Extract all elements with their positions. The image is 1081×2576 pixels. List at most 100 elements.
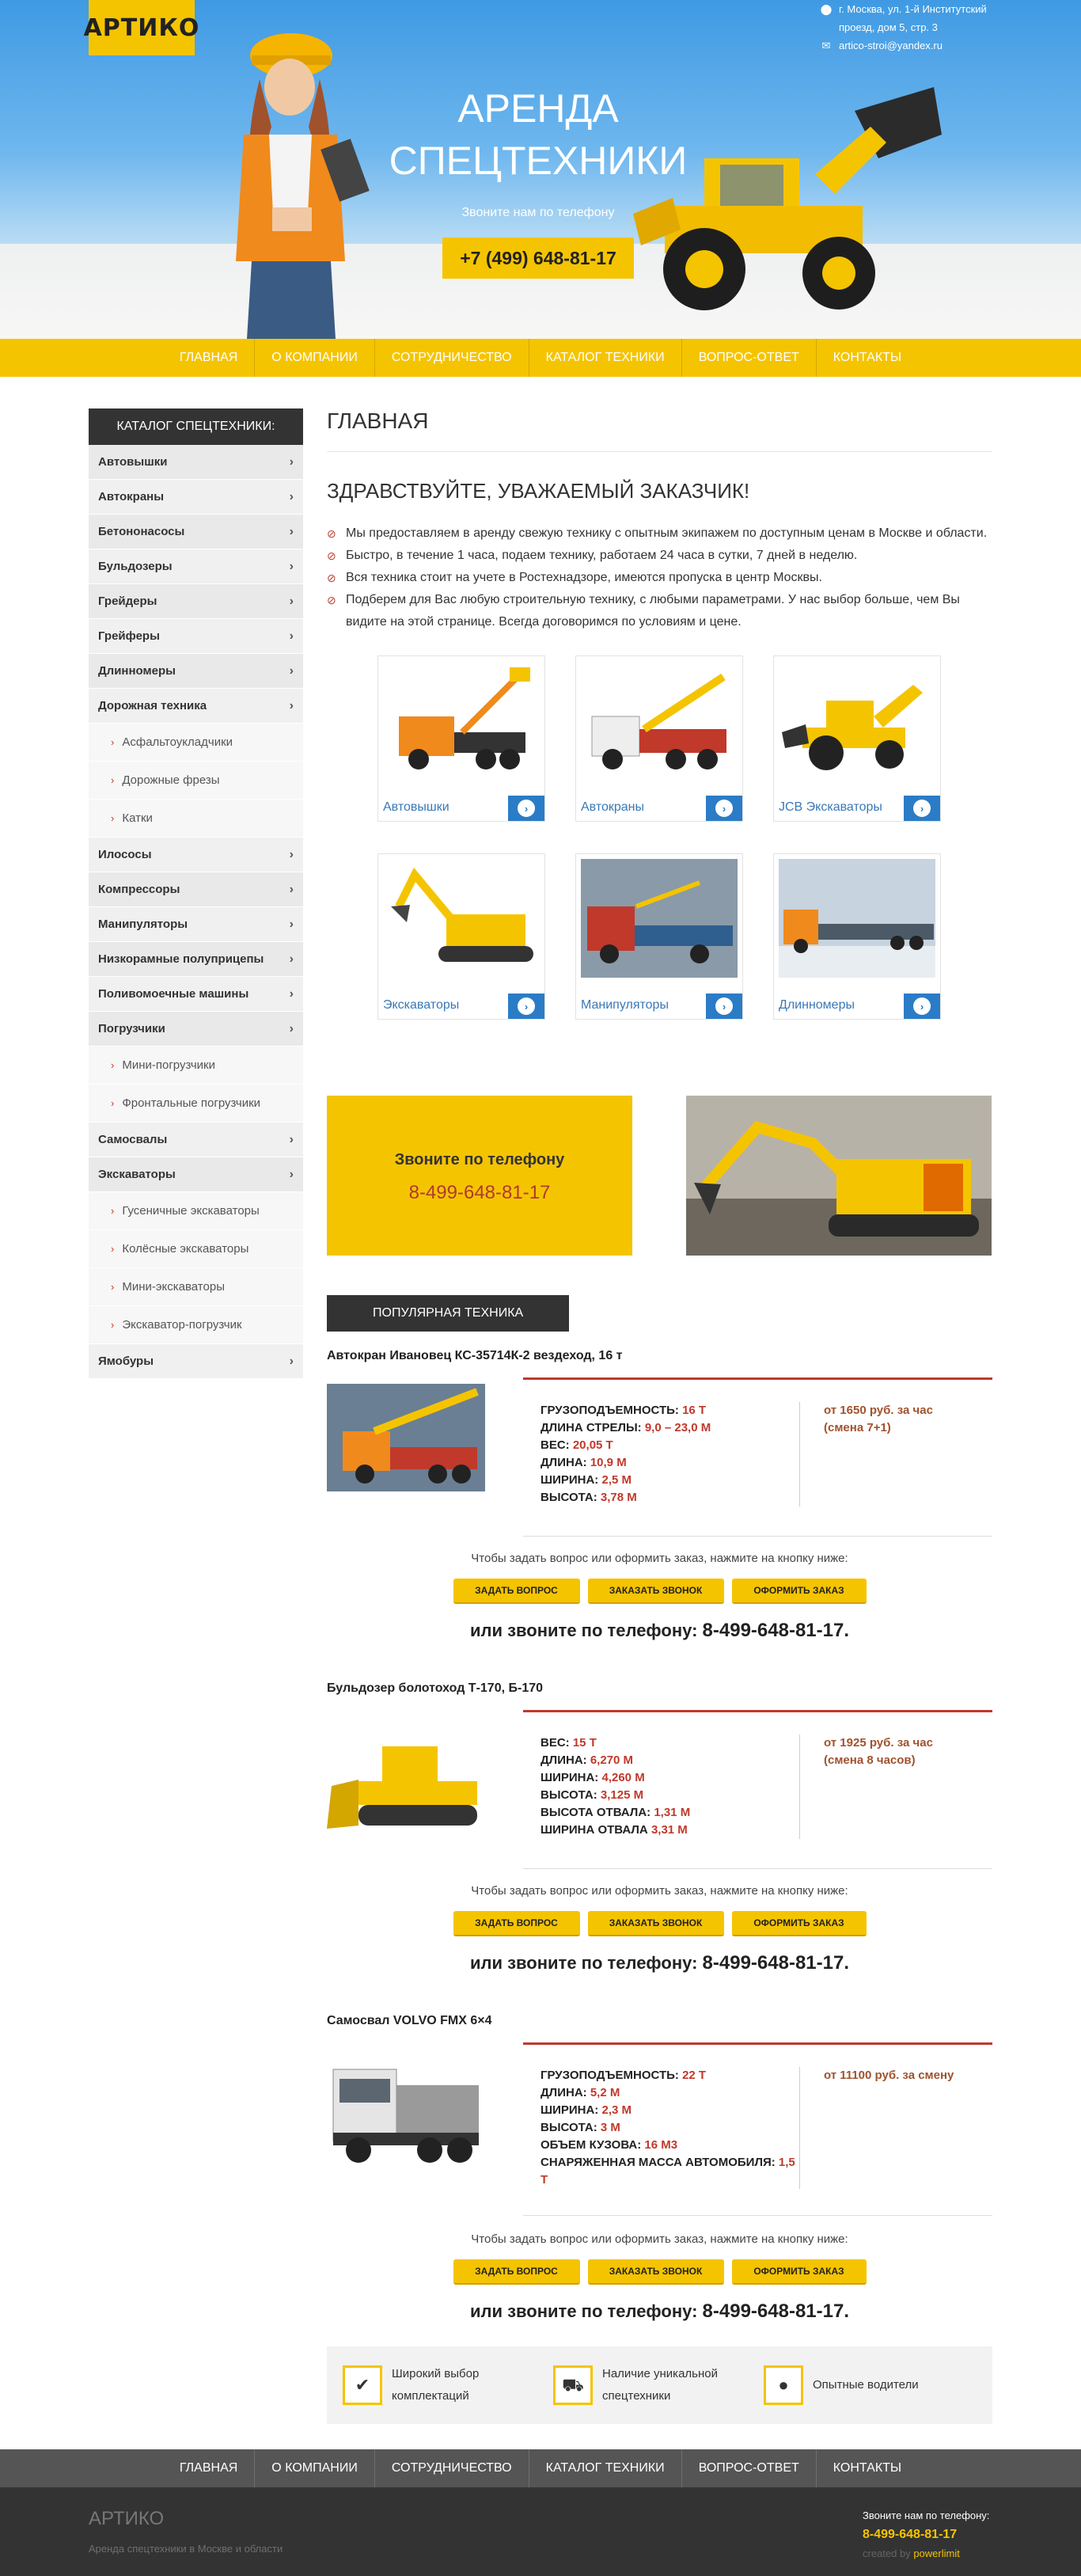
category-arrow-button[interactable]: › [508,796,544,821]
sidebar-item[interactable]: Погрузчики › [89,1012,303,1047]
ask-question-button[interactable]: ЗАДАТЬ ВОПРОС [453,2259,580,2285]
sidebar-item[interactable]: Ямобуры › [89,1344,303,1379]
call-phone[interactable]: 8-499-648-81-17. [703,2301,849,2322]
sidebar-item[interactable]: Бульдозеры › [89,549,303,584]
call-promo: Звоните по телефону 8-499-648-81-17 [327,1096,992,1256]
place-order-button[interactable]: ОФОРМИТЬ ЗАКАЗ [731,2259,867,2285]
product-card: Автокран Ивановец КС-35714К-2 вездеход, … [327,1349,992,1664]
nav-contacts[interactable]: КОНТАКТЫ [815,339,918,377]
category-card-aerial-platforms[interactable]: Автовышки › [377,655,545,822]
product-name[interactable]: Бульдозер болотоход Т-170, Б-170 [327,1681,992,1696]
product-name[interactable]: Самосвал VOLVO FMX 6×4 [327,2014,992,2028]
sidebar-item-label: Низкорамные полуприцепы [98,952,264,966]
hero-title-line1: АРЕНДА [457,86,619,131]
sidebar-item[interactable]: Компрессоры › [89,872,303,907]
site-logo[interactable]: АРТИКО [84,0,199,55]
request-call-button[interactable]: ЗАКАЗАТЬ ЗВОНОК [587,1579,724,1604]
category-label[interactable]: Автокраны [581,800,644,815]
sidebar-subitem[interactable]: › Гусеничные экскаваторы [89,1192,303,1230]
product-name[interactable]: Автокран Ивановец КС-35714К-2 вездеход, … [327,1349,992,1363]
request-call-button[interactable]: ЗАКАЗАТЬ ЗВОНОК [587,1911,724,1936]
header-email[interactable]: artico-stroi@yandex.ru [839,36,943,55]
ask-question-button[interactable]: ЗАДАТЬ ВОПРОС [453,1579,580,1604]
sidebar-item[interactable]: Грейферы › [89,619,303,654]
arrow-right-icon: › [715,997,733,1015]
sidebar-item[interactable]: Низкорамные полуприцепы › [89,942,303,977]
footer-nav-about[interactable]: О КОМПАНИИ [254,2449,374,2487]
sidebar-item[interactable]: Длинномеры › [89,654,303,689]
category-label[interactable]: Экскаваторы [383,998,459,1013]
nav-catalog[interactable]: КАТАЛОГ ТЕХНИКИ [528,339,681,377]
sidebar-item[interactable]: Экскаваторы › [89,1157,303,1192]
category-arrow-button[interactable]: › [508,994,544,1019]
category-label[interactable]: Автовышки [383,800,449,815]
footer-nav-catalog[interactable]: КАТАЛОГ ТЕХНИКИ [528,2449,681,2487]
sidebar-subitem[interactable]: › Асфальтоукладчики [89,724,303,762]
sidebar-subitem[interactable]: › Катки [89,800,303,838]
footer-nav-home[interactable]: ГЛАВНАЯ [163,2449,254,2487]
category-label[interactable]: JCB Экскаваторы [779,800,882,815]
nav-cooperation[interactable]: СОТРУДНИЧЕСТВО [374,339,529,377]
sidebar-subitem[interactable]: › Дорожные фрезы [89,762,303,800]
nav-about[interactable]: О КОМПАНИИ [254,339,374,377]
sidebar-item[interactable]: Самосвалы › [89,1123,303,1157]
call-phone[interactable]: 8-499-648-81-17. [703,1952,849,1974]
sidebar-item[interactable]: Поливомоечные машины › [89,977,303,1012]
hero-title: АРЕНДА СПЕЦТЕХНИКИ [356,82,720,187]
spec-value: 22 Т [682,2069,707,2082]
nav-home[interactable]: ГЛАВНАЯ [163,339,254,377]
sidebar-subitem[interactable]: › Мини-экскаваторы [89,1268,303,1306]
hero-phone[interactable]: +7 (499) 648-81-17 [442,237,634,279]
call-promo-phone[interactable]: 8-499-648-81-17 [327,1182,632,1204]
sidebar-item[interactable]: Автовышки › [89,445,303,480]
sidebar-item[interactable]: Илососы › [89,838,303,872]
call-phone[interactable]: 8-499-648-81-17. [703,1620,849,1641]
sidebar-item[interactable]: Грейдеры › [89,584,303,619]
category-card-manipulators[interactable]: Манипуляторы › [575,853,743,1020]
order-prompt: Чтобы задать вопрос или оформить заказ, … [471,1552,848,1565]
spec-list: ГРУЗОПОДЪЕМНОСТЬ: 16 Т ДЛИНА СТРЕЛЫ: 9,0… [523,1402,800,1506]
place-order-button[interactable]: ОФОРМИТЬ ЗАКАЗ [731,1911,867,1936]
sidebar-item-label: Поливомоечные машины [98,987,249,1001]
category-card-truck-cranes[interactable]: Автокраны › [575,655,743,822]
category-card-jcb-excavators[interactable]: JCB Экскаваторы › [773,655,941,822]
spec-row: ВЕС: 15 Т [540,1734,799,1752]
sidebar-item[interactable]: Манипуляторы › [89,907,303,942]
footer-phone[interactable]: 8-499-648-81-17 [863,2525,989,2544]
category-arrow-button[interactable]: › [706,994,742,1019]
category-label[interactable]: Манипуляторы [581,998,669,1013]
footer-tagline: Аренда спецтехники в Москве и области [89,2543,283,2555]
place-order-button[interactable]: ОФОРМИТЬ ЗАКАЗ [731,1579,867,1604]
sidebar-item[interactable]: Бетононасосы › [89,515,303,549]
spec-value: 10,9 М [590,1456,627,1469]
feature-item: ⊘ Мы предоставляем в аренду свежую техник… [327,522,992,545]
nav-faq[interactable]: ВОПРОС-ОТВЕТ [681,339,816,377]
sidebar-item[interactable]: Дорожная техника › [89,689,303,724]
ask-question-button[interactable]: ЗАДАТЬ ВОПРОС [453,1911,580,1936]
chevron-right-icon: › [289,1132,294,1146]
category-card-excavators[interactable]: Экскаваторы › [377,853,545,1020]
credit-link[interactable]: powerlimit [913,2548,960,2559]
category-card-long-trucks[interactable]: Длинномеры › [773,853,941,1020]
footer-nav-contacts[interactable]: КОНТАКТЫ [815,2449,918,2487]
category-arrow-button[interactable]: › [706,796,742,821]
sidebar-subitem[interactable]: › Фронтальные погрузчики [89,1085,303,1123]
bulldozer-product-image [327,1746,477,1829]
footer-nav-faq[interactable]: ВОПРОС-ОТВЕТ [681,2449,816,2487]
sidebar-subitem-label: Фронтальные погрузчики [122,1096,261,1110]
request-call-button[interactable]: ЗАКАЗАТЬ ЗВОНОК [587,2259,724,2285]
product-price: от 1650 руб. за час (смена 7+1) [824,1404,933,1434]
category-arrow-button[interactable]: › [904,994,940,1019]
category-label[interactable]: Длинномеры [779,998,855,1013]
envelope-icon: ✉ [821,40,831,51]
spec-label: ШИРИНА: [540,2103,599,2117]
footer-nav-cooperation[interactable]: СОТРУДНИЧЕСТВО [374,2449,529,2487]
sidebar-subitem[interactable]: › Колёсные экскаваторы [89,1230,303,1268]
bullet-arrow-icon: › [111,774,115,786]
sidebar-subitem-label: Катки [122,811,153,825]
sidebar-subitem[interactable]: › Экскаватор-погрузчик [89,1306,303,1344]
sidebar-subitem[interactable]: › Мини-погрузчики [89,1047,303,1085]
catalog-sidebar: КАТАЛОГ СПЕЦТЕХНИКИ: Автовышки › Автокраны… [89,408,303,1379]
category-arrow-button[interactable]: › [904,796,940,821]
sidebar-item[interactable]: Автокраны › [89,480,303,515]
